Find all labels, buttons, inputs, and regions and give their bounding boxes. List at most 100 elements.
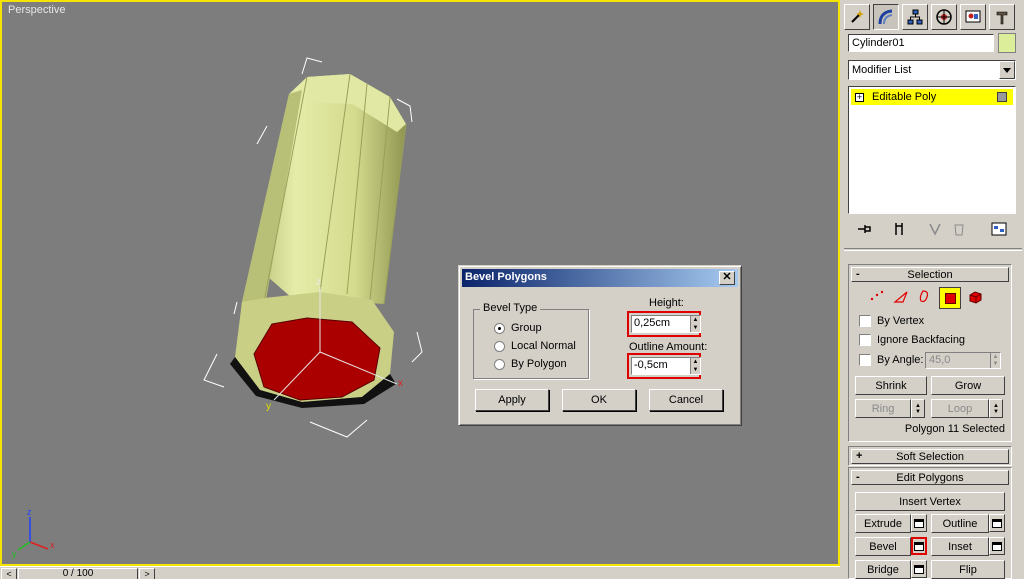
bevel-type-label: Bevel Type (480, 302, 541, 314)
shrink-button[interactable]: Shrink (855, 376, 927, 395)
spinner-arrows-icon[interactable]: ▲ ▼ (690, 316, 700, 332)
ring-spinner-icon[interactable]: ▲ ▼ (911, 399, 925, 418)
angle-value[interactable]: 45,0 (929, 354, 950, 366)
radio-icon[interactable] (494, 358, 505, 370)
configure-modifier-sets-icon[interactable] (988, 218, 1010, 240)
axis-z-label: z (27, 507, 32, 517)
grow-button[interactable]: Grow (931, 376, 1005, 395)
radio-local-normal[interactable]: Local Normal (494, 340, 576, 352)
motion-tab-icon[interactable] (931, 4, 957, 30)
insert-vertex-button[interactable]: Insert Vertex (855, 492, 1005, 511)
ok-button[interactable]: OK (562, 389, 636, 411)
radio-selected-icon[interactable] (494, 322, 505, 334)
bridge-button[interactable]: Bridge (855, 560, 911, 579)
radio-by-polygon-label: By Polygon (511, 358, 567, 370)
loop-button[interactable]: Loop (931, 399, 989, 418)
extrude-button[interactable]: Extrude (855, 514, 911, 533)
edge-level-icon[interactable] (893, 289, 909, 305)
outline-amount-value[interactable]: -0,5cm (634, 359, 668, 371)
radio-icon[interactable] (494, 340, 505, 352)
gizmo-y-label: y (266, 401, 271, 412)
stack-item-label: Editable Poly (872, 91, 937, 103)
show-end-result-icon[interactable] (888, 218, 910, 240)
cancel-button[interactable]: Cancel (649, 389, 723, 411)
collapse-minus-icon: - (856, 471, 860, 483)
spinner-arrows-icon[interactable]: ▲ ▼ (990, 353, 1000, 368)
bevel-settings-icon[interactable] (911, 537, 927, 555)
time-next-button[interactable]: > (139, 568, 155, 579)
outline-amount-spinner[interactable]: -0,5cm ▲ ▼ (631, 357, 701, 375)
stack-item-editable-poly[interactable]: + Editable Poly (851, 89, 1013, 105)
polygon-level-icon[interactable] (939, 287, 961, 309)
by-vertex-label: By Vertex (877, 315, 925, 327)
outline-settings-icon[interactable] (989, 514, 1005, 532)
world-axis-icon: z x y (12, 507, 55, 559)
checkbox-icon[interactable] (859, 315, 871, 327)
apply-button[interactable]: Apply (475, 389, 549, 411)
bevel-polygons-dialog: Bevel Polygons ✕ Bevel Type Group Local … (458, 265, 742, 426)
ignore-backfacing-label: Ignore Backfacing (877, 334, 966, 346)
hierarchy-tab-icon[interactable] (902, 4, 928, 30)
modifier-list-label: Modifier List (852, 64, 912, 76)
bevel-button[interactable]: Bevel (855, 537, 911, 556)
time-slider: < 0 / 100 > (0, 566, 840, 579)
close-icon[interactable]: ✕ (719, 271, 735, 285)
time-prev-button[interactable]: < (1, 568, 17, 579)
soft-selection-title: Soft Selection (896, 450, 964, 463)
modifier-toggle-icon[interactable] (997, 92, 1007, 102)
by-angle-checkbox[interactable]: By Angle: (859, 354, 923, 366)
time-slider-thumb[interactable]: 0 / 100 (18, 568, 138, 579)
by-angle-label: By Angle: (877, 354, 924, 366)
gizmo-x-label: x (398, 378, 403, 389)
soft-selection-rollout-header[interactable]: + Soft Selection (851, 449, 1009, 464)
radio-group-label: Group (511, 322, 542, 334)
extrude-settings-icon[interactable] (911, 514, 927, 532)
edit-polygons-title: Edit Polygons (896, 471, 964, 484)
dialog-title: Bevel Polygons (465, 271, 547, 283)
axis-y-label: y (12, 549, 17, 559)
app-window: Perspective z x y z x y Bevel Polygons ✕… (0, 0, 1024, 579)
height-spinner[interactable]: 0,25cm ▲ ▼ (631, 315, 701, 333)
object-color-swatch[interactable] (998, 33, 1016, 53)
bevel-type-group: Bevel Type Group Local Normal By Polygon (473, 302, 589, 379)
angle-spinner[interactable]: 45,0 ▲ ▼ (925, 352, 1001, 369)
chevron-down-icon[interactable] (999, 61, 1015, 79)
vertex-level-icon[interactable] (869, 289, 885, 305)
inset-button[interactable]: Inset (931, 537, 989, 556)
expand-plus-icon[interactable]: + (855, 92, 864, 102)
height-value[interactable]: 0,25cm (634, 317, 670, 329)
checkbox-icon[interactable] (859, 334, 871, 346)
edit-polygons-rollout-header[interactable]: - Edit Polygons (851, 470, 1009, 485)
loop-spinner-icon[interactable]: ▲ ▼ (989, 399, 1003, 418)
spinner-arrows-icon[interactable]: ▲ ▼ (690, 358, 700, 374)
selection-status: Polygon 11 Selected (904, 423, 1005, 435)
remove-modifier-icon[interactable] (948, 218, 970, 240)
object-name-field[interactable]: Cylinder01 (848, 34, 994, 52)
by-vertex-checkbox[interactable]: By Vertex (859, 315, 924, 327)
border-level-icon[interactable] (917, 289, 933, 305)
modifier-stack[interactable]: + Editable Poly (848, 86, 1016, 214)
selection-title: Selection (907, 268, 953, 281)
modifier-list-dropdown[interactable]: Modifier List (848, 60, 1016, 80)
modify-tab-icon[interactable] (873, 4, 899, 30)
ring-button[interactable]: Ring (855, 399, 911, 418)
utilities-tab-icon[interactable] (989, 4, 1015, 30)
radio-group[interactable]: Group (494, 322, 542, 334)
outline-button[interactable]: Outline (931, 514, 989, 533)
make-unique-icon[interactable] (924, 218, 946, 240)
selection-rollout-header[interactable]: - Selection (851, 267, 1009, 282)
display-tab-icon[interactable] (960, 4, 986, 30)
command-panel-tabs (844, 2, 1022, 30)
pin-stack-icon[interactable] (854, 218, 876, 240)
inset-settings-icon[interactable] (989, 537, 1005, 555)
collapse-minus-icon: - (856, 268, 860, 280)
bridge-settings-icon[interactable] (911, 560, 927, 578)
radio-by-polygon[interactable]: By Polygon (494, 358, 567, 370)
ignore-backfacing-checkbox[interactable]: Ignore Backfacing (859, 334, 965, 346)
selection-rollout: - Selection By Vertex Ignore Backfacing B… (848, 264, 1012, 442)
create-tab-icon[interactable] (844, 4, 870, 30)
flip-button[interactable]: Flip (931, 560, 1005, 579)
checkbox-icon[interactable] (859, 354, 871, 366)
element-level-icon[interactable] (967, 289, 983, 305)
dialog-titlebar[interactable]: Bevel Polygons ✕ (462, 269, 738, 287)
